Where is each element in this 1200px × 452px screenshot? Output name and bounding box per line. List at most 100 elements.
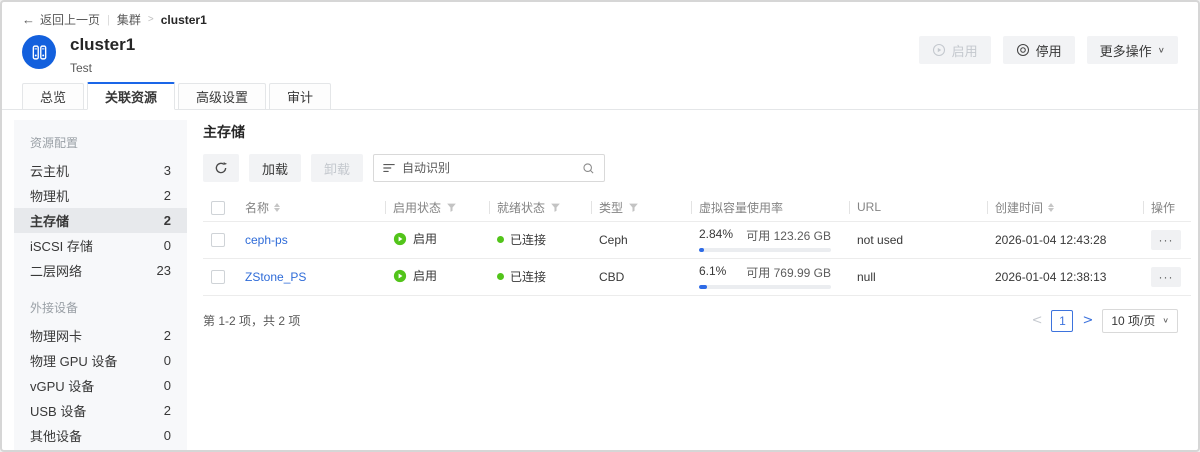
cluster-detail-page: ← 返回上一页 | 集群 > cluster1 cluster1 Test (0, 0, 1200, 452)
usage-percent: 6.1% (699, 264, 726, 281)
sidebar-item-usb[interactable]: USB 设备 2 (14, 398, 187, 423)
filter-lines-icon (383, 162, 395, 174)
table-row: ZStone_PS 启用 已连接 CBD 6.1% (203, 258, 1191, 295)
storage-url: null (849, 258, 987, 295)
sidebar-item-primary-storage[interactable]: 主存储 2 (14, 208, 187, 233)
created-time: 2026-01-04 12:43:28 (987, 221, 1143, 258)
enable-button[interactable]: 启用 (919, 36, 991, 64)
primary-storage-panel: 主存储 加载 卸载 (187, 120, 1186, 450)
disable-button[interactable]: 停用 (1003, 36, 1075, 64)
connected-dot-icon (497, 273, 504, 280)
prev-page-button[interactable]: < (1032, 313, 1043, 328)
column-header-action: 操作 (1143, 194, 1191, 221)
column-header-name[interactable]: 名称 (237, 194, 385, 221)
breadcrumb-divider: | (107, 14, 110, 26)
row-actions-button[interactable]: ··· (1151, 230, 1181, 250)
load-button[interactable]: 加载 (249, 154, 301, 182)
usage-available: 可用 123.26 GB (746, 227, 831, 244)
next-page-button[interactable]: > (1082, 313, 1093, 328)
play-circle-icon (932, 43, 946, 57)
select-all-checkbox[interactable] (211, 201, 225, 215)
usage-cell: 2.84% 可用 123.26 GB (699, 227, 831, 252)
sidebar-item-iscsi-storage[interactable]: iSCSI 存储 0 (14, 233, 187, 258)
usage-cell: 6.1% 可用 769.99 GB (699, 264, 831, 289)
column-header-ready-state[interactable]: 就绪状态 (489, 194, 591, 221)
pagination: < 1 > 10 项/页 ∨ (1032, 309, 1178, 333)
sidebar-section-title: 外接设备 (14, 299, 187, 316)
column-header-created[interactable]: 创建时间 (987, 194, 1143, 221)
storage-name-link[interactable]: ZStone_PS (245, 270, 306, 284)
sort-icon[interactable] (1048, 203, 1054, 212)
resource-sidebar: 资源配置 云主机 3 物理机 2 主存储 2 iSCSI 存储 0 (14, 120, 187, 450)
usage-bar-fill (699, 248, 704, 252)
usage-percent: 2.84% (699, 227, 733, 244)
row-checkbox[interactable] (211, 233, 225, 247)
count-badge: 2 (164, 213, 171, 228)
more-actions-button[interactable]: 更多操作 ∨ (1087, 36, 1178, 64)
row-actions-button[interactable]: ··· (1151, 267, 1181, 287)
primary-storage-table: 名称 启用状态 就绪状态 类型 (203, 194, 1191, 296)
page-title: cluster1 (70, 35, 135, 55)
connected-dot-icon (497, 236, 504, 243)
breadcrumb-current: cluster1 (161, 13, 207, 27)
unload-button[interactable]: 卸载 (311, 154, 363, 182)
search-icon (582, 162, 595, 175)
sidebar-item-vgpu[interactable]: vGPU 设备 0 (14, 373, 187, 398)
tab-audit[interactable]: 审计 (269, 83, 331, 110)
column-header-url: URL (849, 194, 987, 221)
sidebar-item-physical-gpu[interactable]: 物理 GPU 设备 0 (14, 348, 187, 373)
usage-bar (699, 285, 831, 289)
storage-url: not used (849, 221, 987, 258)
breadcrumb-parent[interactable]: 集群 (117, 11, 141, 28)
page-number-button[interactable]: 1 (1051, 310, 1073, 332)
breadcrumb-separator-icon: > (148, 14, 154, 25)
refresh-icon (214, 161, 228, 175)
panel-title: 主存储 (203, 122, 1180, 142)
sidebar-item-physical-hosts[interactable]: 物理机 2 (14, 183, 187, 208)
back-link[interactable]: ← 返回上一页 (22, 11, 100, 28)
back-label: 返回上一页 (40, 11, 100, 28)
table-row: ceph-ps 启用 已连接 Ceph 2.84% (203, 221, 1191, 258)
sidebar-item-other-devices[interactable]: 其他设备 0 (14, 423, 187, 448)
search-input[interactable] (402, 161, 575, 175)
count-badge: 23 (157, 263, 171, 278)
stop-circle-icon (1016, 43, 1030, 57)
created-time: 2026-01-04 12:38:13 (987, 258, 1143, 295)
sidebar-item-physical-nic[interactable]: 物理网卡 2 (14, 323, 187, 348)
sidebar-section-external-devices: 外接设备 物理网卡 2 物理 GPU 设备 0 vGPU 设备 0 USB 设备… (14, 299, 187, 448)
count-badge: 0 (164, 378, 171, 393)
chevron-down-icon: ∨ (1158, 46, 1165, 55)
sidebar-item-l2-network[interactable]: 二层网络 23 (14, 258, 187, 283)
storage-type: CBD (591, 258, 691, 295)
tab-overview[interactable]: 总览 (22, 83, 84, 110)
sidebar-item-vm-instances[interactable]: 云主机 3 (14, 158, 187, 183)
count-badge: 0 (164, 428, 171, 443)
filter-funnel-icon[interactable] (550, 202, 561, 213)
pagination-summary: 第 1-2 项，共 2 项 (203, 312, 300, 329)
usage-bar-fill (699, 285, 707, 289)
column-header-type[interactable]: 类型 (591, 194, 691, 221)
toolbar: 加载 卸载 (203, 154, 1180, 182)
refresh-button[interactable] (203, 154, 239, 182)
filter-funnel-icon[interactable] (446, 202, 457, 213)
column-header-usage: 虚拟容量使用率 (691, 194, 849, 221)
sort-icon[interactable] (274, 203, 280, 212)
cluster-avatar (22, 35, 56, 69)
column-header-enable-state[interactable]: 启用状态 (385, 194, 489, 221)
search-box[interactable] (373, 154, 605, 182)
filter-funnel-icon[interactable] (628, 202, 639, 213)
content-area: 资源配置 云主机 3 物理机 2 主存储 2 iSCSI 存储 0 (2, 110, 1198, 450)
count-badge: 3 (164, 163, 171, 178)
usage-bar (699, 248, 831, 252)
storage-type: Ceph (591, 221, 691, 258)
storage-name-link[interactable]: ceph-ps (245, 233, 288, 247)
usage-available: 可用 769.99 GB (746, 264, 831, 281)
count-badge: 2 (164, 403, 171, 418)
count-badge: 0 (164, 238, 171, 253)
tab-advanced-settings[interactable]: 高级设置 (178, 83, 266, 110)
row-checkbox[interactable] (211, 270, 225, 284)
tab-related-resources[interactable]: 关联资源 (87, 82, 175, 110)
page-size-select[interactable]: 10 项/页 ∨ (1102, 309, 1178, 333)
back-arrow-icon: ← (22, 12, 35, 27)
tab-bar: 总览 关联资源 高级设置 审计 (2, 82, 1198, 110)
